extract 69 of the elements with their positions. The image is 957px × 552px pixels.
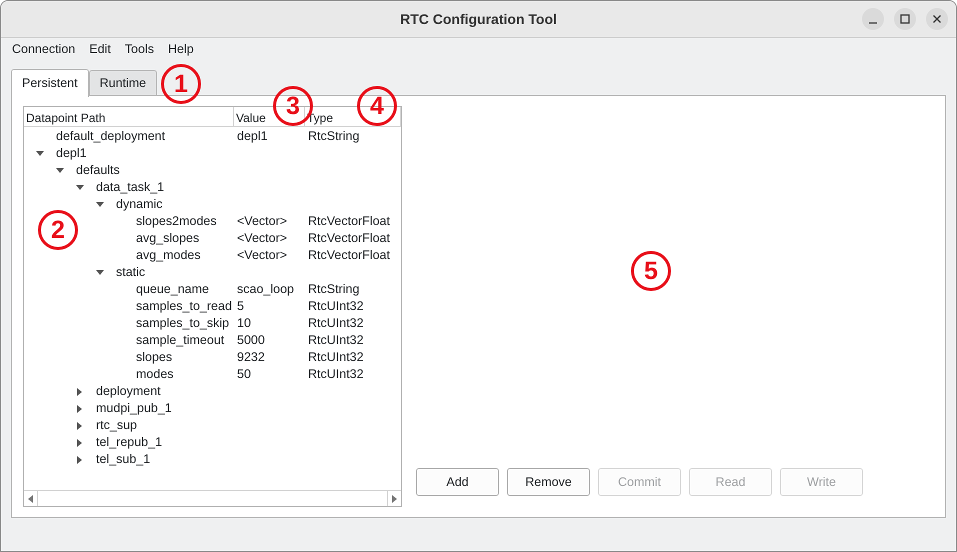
value-cell: 9232 [237,350,265,364]
tree-item[interactable]: mudpi_pub_1 [96,399,172,418]
collapsed-arrow-icon[interactable] [77,422,82,430]
value-cell: 5 [237,299,244,314]
value-cell: 10 [237,316,251,330]
value-cell: <Vector> [237,248,288,262]
column-header[interactable]: Datapoint Path [24,107,234,126]
value-cell: <Vector> [237,214,288,228]
type-cell: RtcString [308,282,360,296]
collapsed-arrow-icon[interactable] [77,388,82,396]
tree-item[interactable]: slopes [136,348,172,367]
maximize-icon [900,14,910,24]
close-icon [932,14,942,24]
type-cell: RtcUInt32 [308,350,364,364]
tree-item[interactable]: static [116,263,146,282]
type-cell: RtcUInt32 [308,299,364,314]
tree-item[interactable]: avg_slopes [136,229,200,248]
value-cell: depl1 [237,129,268,144]
annotation-marker: 2 [38,210,78,250]
tree-item[interactable]: slopes2modes [136,212,217,231]
value-cell: <Vector> [237,231,288,246]
action-button[interactable]: Add [416,468,499,496]
expanded-arrow-icon[interactable] [56,168,64,173]
action-button[interactable]: Remove [507,468,590,496]
annotation-marker: 1 [161,64,201,104]
expanded-arrow-icon[interactable] [96,270,104,275]
tree-item[interactable]: queue_name [136,280,209,299]
tree-item[interactable]: tel_sub_1 [96,450,150,469]
type-cell: RtcVectorFloat [308,231,390,246]
window-title: RTC Configuration Tool [400,10,557,29]
tree-item[interactable]: samples_to_skip [136,314,230,333]
tab[interactable]: Persistent [11,69,89,97]
value-cell: scao_loop [237,282,294,296]
tree-item[interactable]: avg_modes [136,246,201,265]
collapsed-arrow-icon[interactable] [77,404,82,412]
tree-item[interactable]: modes [136,365,174,384]
collapsed-arrow-icon[interactable] [77,456,82,464]
tree-item[interactable]: dynamic [116,195,163,214]
menu-item[interactable]: Tools [118,40,161,58]
type-cell: RtcVectorFloat [308,214,390,228]
value-cell: 50 [237,367,251,382]
menu-item[interactable]: Edit [82,40,118,58]
tree-item[interactable]: rtc_sup [96,416,137,435]
type-cell: RtcString [308,129,360,144]
type-cell: RtcUInt32 [308,316,364,330]
tree-item[interactable]: deployment [96,382,161,401]
type-cell: RtcVectorFloat [308,248,390,262]
tree-item[interactable]: tel_repub_1 [96,433,162,452]
value-cell: 5000 [237,333,265,348]
tree-item[interactable]: samples_to_read [136,297,232,316]
expanded-arrow-icon[interactable] [36,151,44,156]
tree-item[interactable]: defaults [76,161,120,180]
menu-item[interactable]: Help [160,40,201,58]
annotation-marker: 5 [631,251,671,291]
expanded-arrow-icon[interactable] [96,202,104,207]
tree-item[interactable]: depl1 [56,144,87,163]
tree-item[interactable]: data_task_1 [96,178,164,197]
expanded-arrow-icon[interactable] [76,185,84,190]
minimize-icon [868,22,878,24]
menu-item[interactable]: Connection [5,40,82,58]
close-button[interactable] [926,8,948,30]
tree-item[interactable]: default_deployment [56,127,166,146]
type-cell: RtcUInt32 [308,367,364,382]
tree-item[interactable]: sample_timeout [136,331,224,350]
type-cell: RtcUInt32 [308,333,364,348]
maximize-button[interactable] [894,8,916,30]
tab[interactable]: Runtime [88,70,158,96]
annotation-marker: 4 [357,86,397,126]
collapsed-arrow-icon[interactable] [77,438,82,446]
